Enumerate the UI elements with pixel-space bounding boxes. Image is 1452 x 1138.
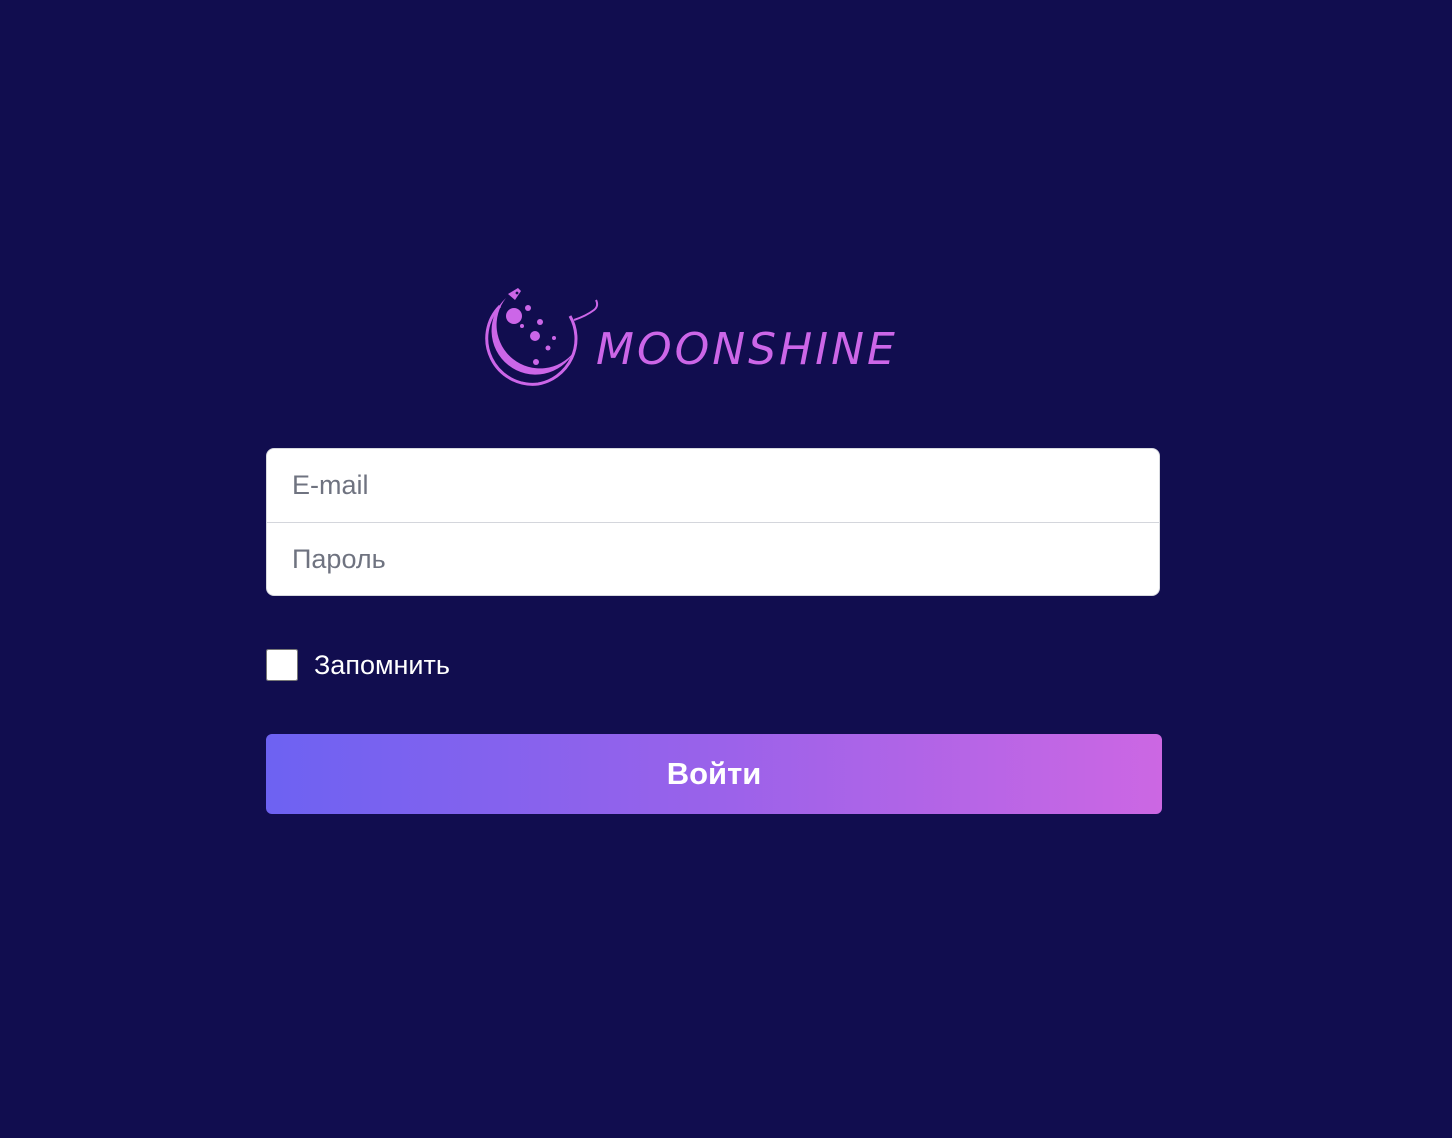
remember-me[interactable]: Запомнить — [266, 649, 450, 681]
credentials-group — [266, 448, 1160, 596]
brand-name: MOONSHINE — [596, 324, 898, 375]
brand-logo: MOONSHINE — [478, 286, 958, 388]
moon-rocket-icon — [485, 288, 599, 386]
remember-label: Запомнить — [314, 649, 450, 680]
password-field[interactable] — [267, 523, 1159, 595]
login-button[interactable]: Войти — [266, 734, 1162, 814]
remember-checkbox[interactable] — [266, 649, 298, 681]
email-field[interactable] — [267, 449, 1159, 523]
